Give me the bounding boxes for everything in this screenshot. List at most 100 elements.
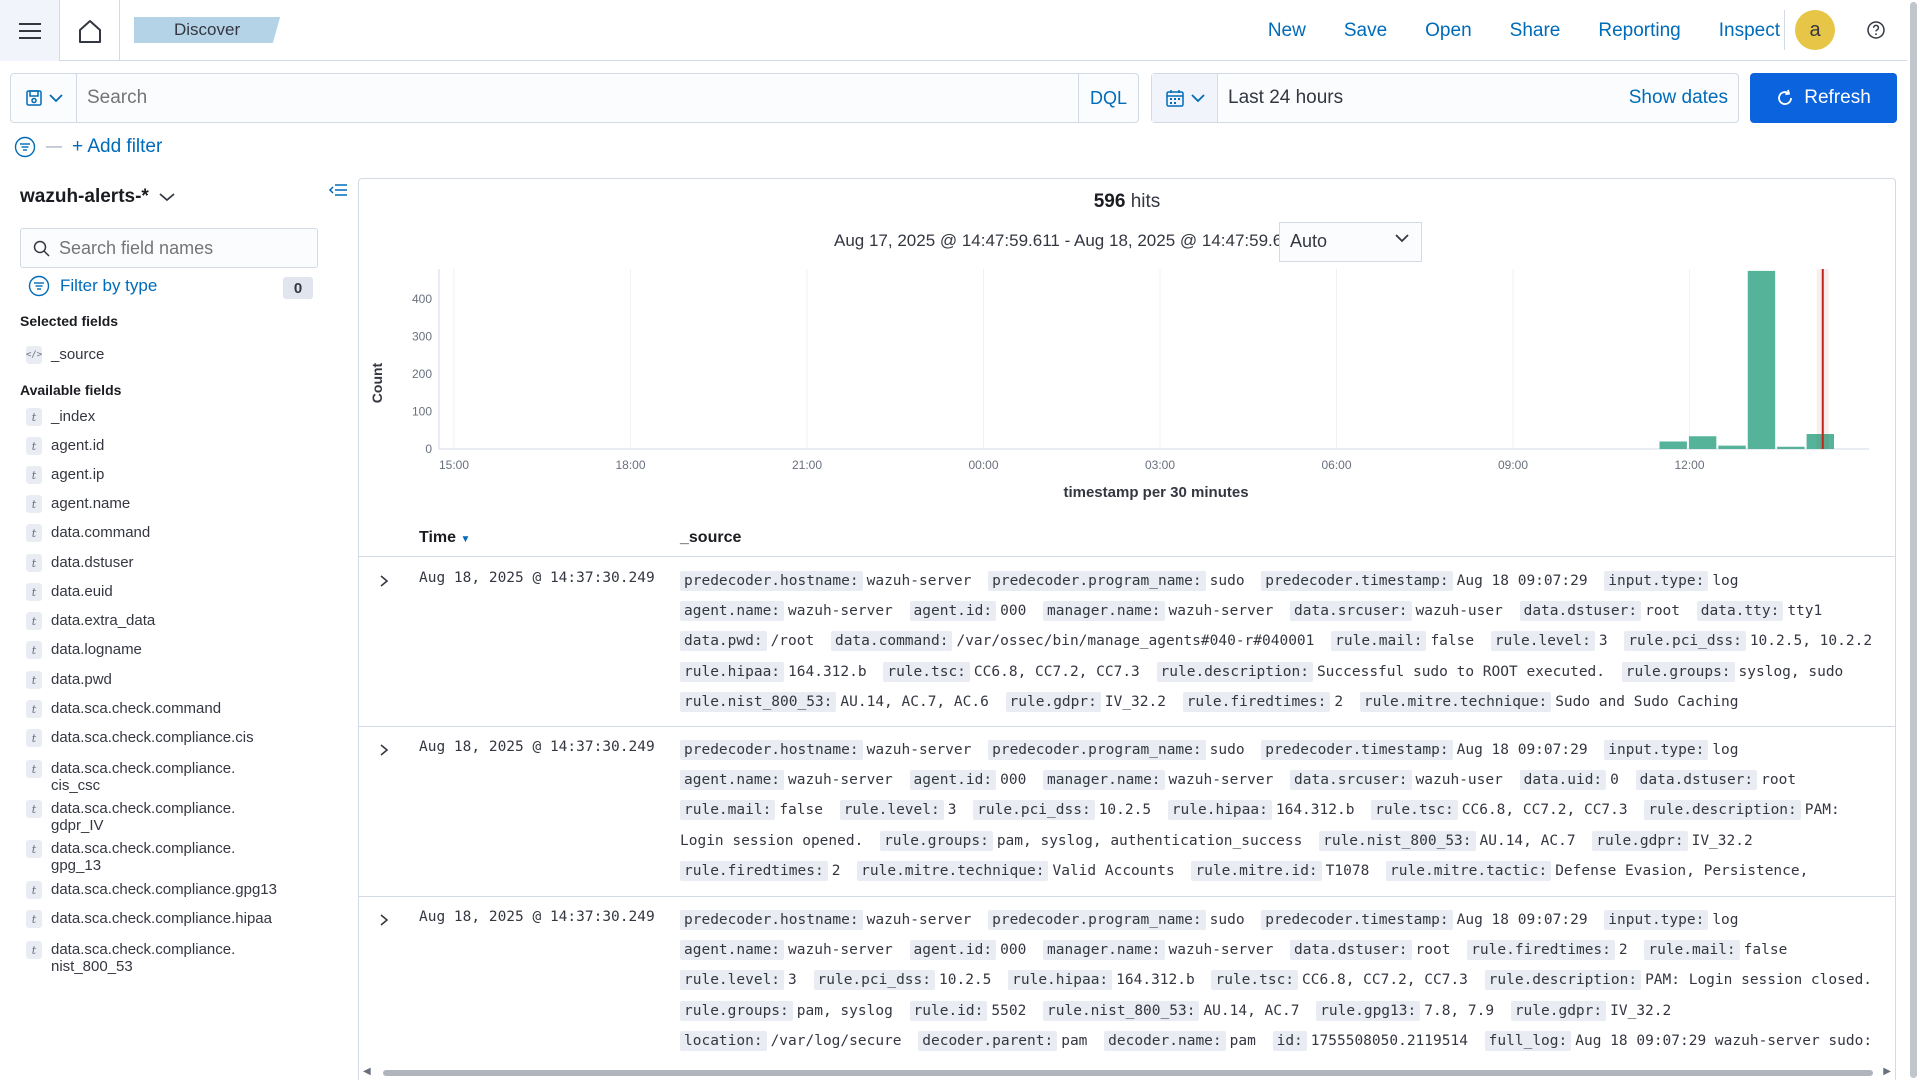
available-field-item[interactable]: t agent.ip: [26, 466, 104, 484]
available-field-item[interactable]: t data.euid: [26, 583, 113, 601]
field-name: agent.id: [51, 437, 105, 454]
source-field-value: T1078: [1325, 862, 1370, 879]
saved-query-button[interactable]: [11, 74, 77, 122]
time-column-header[interactable]: Time ▼: [419, 529, 470, 547]
horizontal-scrollbar[interactable]: ◀ ▶: [359, 1066, 1895, 1080]
source-field-value: 000: [1000, 772, 1027, 789]
string-type-icon: t: [26, 840, 42, 858]
reporting-link[interactable]: Reporting: [1598, 20, 1680, 42]
source-field-key: data.tty:: [1696, 601, 1784, 622]
available-field-item[interactable]: t data.logname: [26, 641, 142, 659]
field-name: data.dstuser: [51, 554, 134, 571]
field-search-box: [20, 228, 318, 268]
time-column-label: Time: [419, 529, 457, 546]
source-field-value: IV_32.2: [1104, 693, 1166, 710]
histogram-bar[interactable]: [1718, 445, 1746, 449]
source-field-key: rule.description:: [1156, 661, 1313, 682]
source-field-value: 000: [1000, 942, 1027, 959]
row-source: predecoder.hostname: wazuh-server predeco…: [680, 905, 1885, 1056]
help-icon[interactable]: [1866, 20, 1886, 40]
available-field-item[interactable]: t agent.name: [26, 495, 130, 513]
source-field-key: decoder.parent:: [918, 1030, 1058, 1051]
user-avatar[interactable]: a: [1795, 10, 1835, 50]
available-field-item[interactable]: t data.sca.check.compliance.cis: [26, 729, 254, 747]
available-field-item[interactable]: t data.dstuser: [26, 554, 134, 572]
selected-fields-title: Selected fields: [20, 313, 119, 329]
source-field-key: predecoder.timestamp:: [1261, 910, 1453, 930]
string-type-icon: t: [26, 700, 42, 718]
field-name: data.sca.check.command: [51, 700, 222, 717]
source-field-key: rule.pci_dss:: [973, 800, 1095, 821]
source-column-header: _source: [680, 529, 742, 546]
scrollbar-thumb[interactable]: [383, 1070, 1873, 1076]
chevron-down-icon: [1395, 234, 1409, 243]
index-pattern-selector[interactable]: wazuh-alerts-*: [20, 186, 175, 208]
menu-toggle-button[interactable]: [0, 0, 60, 61]
scroll-right-icon: ▶: [1883, 1066, 1891, 1077]
source-field-key: agent.id:: [909, 770, 997, 791]
source-field-key: data.dstuser:: [1519, 601, 1642, 622]
available-field-item[interactable]: t _index: [26, 408, 95, 426]
source-field-value: PAM: Login session closed.: [1645, 972, 1873, 989]
time-range-label[interactable]: Last 24 hours: [1228, 87, 1343, 109]
page-scrollbar-thumb[interactable]: [1910, 2, 1917, 1078]
x-tick-label: 21:00: [792, 458, 822, 472]
open-link[interactable]: Open: [1425, 20, 1471, 42]
expand-row-icon[interactable]: [379, 913, 389, 927]
new-link[interactable]: New: [1268, 20, 1306, 42]
selected-field-source[interactable]: </> _source: [26, 346, 104, 364]
query-language-button[interactable]: DQL: [1078, 74, 1138, 122]
source-field-value: wazuh-server: [788, 772, 893, 789]
search-input[interactable]: [87, 86, 987, 110]
filter-count-badge: 0: [283, 277, 313, 299]
home-button[interactable]: [60, 0, 120, 61]
string-type-icon: t: [26, 760, 42, 778]
field-name: agent.ip: [51, 466, 105, 483]
available-field-item[interactable]: t data.sca.check.compliance. gdpr_IV: [26, 800, 235, 834]
breadcrumb-discover[interactable]: Discover: [134, 17, 281, 43]
histogram-bar[interactable]: [1659, 441, 1687, 450]
source-field-key: agent.name:: [680, 770, 785, 791]
available-field-item[interactable]: t data.pwd: [26, 671, 112, 689]
source-field-key: rule.mitre.technique:: [1359, 691, 1552, 712]
histogram-bar[interactable]: [1777, 446, 1805, 449]
available-field-item[interactable]: t data.sca.check.compliance. nist_800_53: [26, 941, 235, 975]
available-field-item[interactable]: t data.sca.check.compliance.gpg13: [26, 881, 277, 899]
quick-select-button[interactable]: [1152, 74, 1218, 122]
add-filter-button[interactable]: + Add filter: [72, 136, 162, 158]
source-field-key: rule.mitre.technique:: [857, 860, 1049, 881]
refresh-button[interactable]: Refresh: [1750, 73, 1897, 123]
source-field-value: sudo: [1209, 742, 1245, 758]
refresh-icon: [1778, 89, 1793, 105]
available-field-item[interactable]: t data.extra_data: [26, 612, 155, 630]
available-field-item[interactable]: t data.sca.check.command: [26, 700, 221, 718]
available-field-item[interactable]: t data.command: [26, 524, 150, 542]
expand-row-icon[interactable]: [379, 743, 389, 757]
available-field-item[interactable]: t data.sca.check.compliance.hipaa: [26, 910, 272, 928]
inspect-link[interactable]: Inspect: [1719, 20, 1780, 42]
string-type-icon: t: [26, 524, 42, 542]
interval-select[interactable]: Auto: [1279, 222, 1422, 262]
save-link[interactable]: Save: [1344, 20, 1387, 42]
source-field-value: Aug 18 09:07:29: [1456, 742, 1588, 758]
source-field-value: CC6.8, CC7.2, CC7.3: [973, 663, 1140, 680]
source-field-value: Aug 18 09:07:29: [1456, 573, 1588, 589]
filter-by-type-label: Filter by type: [60, 276, 158, 295]
available-field-item[interactable]: t agent.id: [26, 437, 104, 455]
share-link[interactable]: Share: [1510, 20, 1561, 42]
histogram-bar[interactable]: [1688, 436, 1717, 449]
filter-by-type-button[interactable]: Filter by type: [28, 275, 157, 297]
source-field-value: wazuh-server: [788, 942, 893, 959]
filter-menu-icon[interactable]: [14, 136, 36, 158]
source-field-key: location:: [680, 1030, 767, 1051]
expand-row-icon[interactable]: [379, 574, 389, 588]
page-vertical-scrollbar[interactable]: [1907, 0, 1920, 1080]
source-field-key: rule.level:: [1490, 631, 1595, 652]
available-field-item[interactable]: t data.sca.check.compliance. cis_csc: [26, 760, 235, 794]
filter-row: — + Add filter: [14, 135, 162, 159]
collapse-sidebar-icon[interactable]: [328, 180, 348, 200]
histogram-bar[interactable]: [1747, 270, 1776, 449]
show-dates-button[interactable]: Show dates: [1629, 87, 1728, 109]
available-field-item[interactable]: t data.sca.check.compliance. gpg_13: [26, 840, 235, 874]
field-search-input[interactable]: [59, 238, 299, 259]
